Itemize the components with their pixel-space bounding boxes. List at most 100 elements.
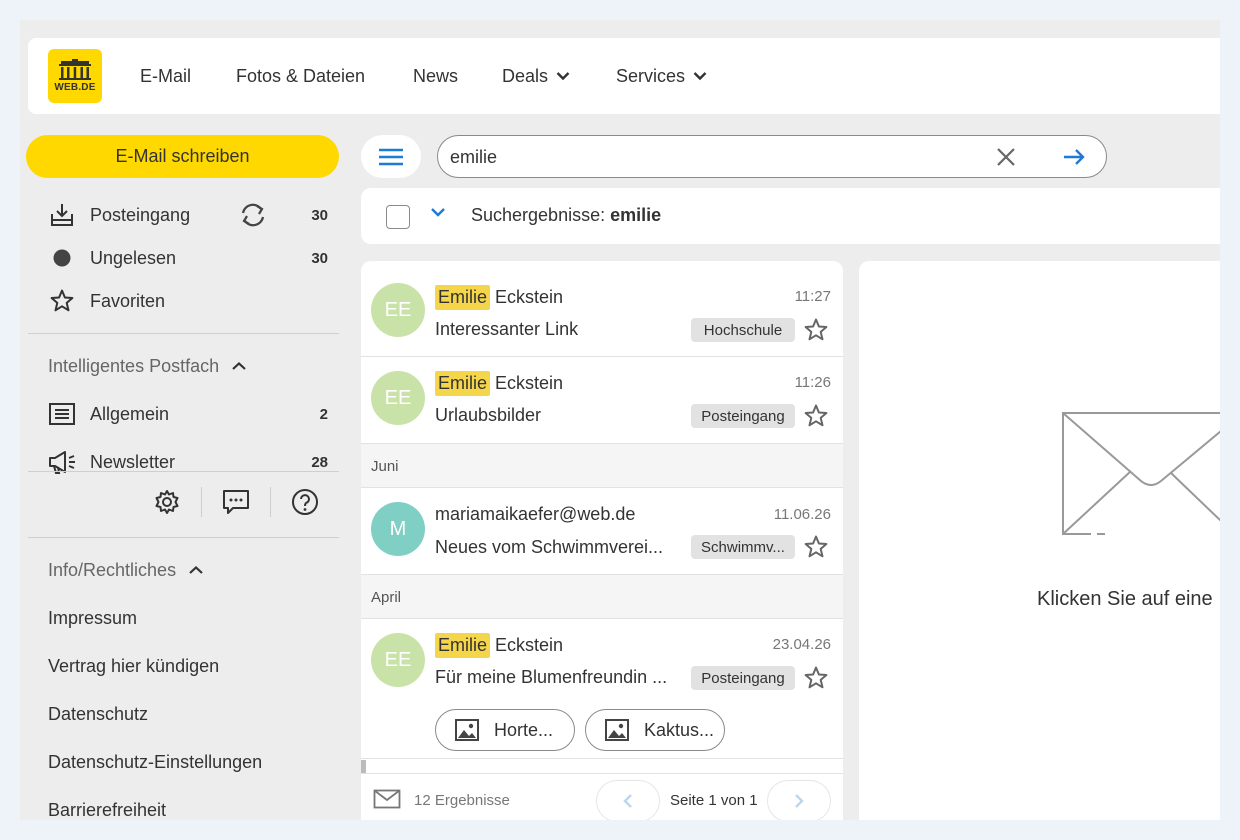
- sidebar-item-newsletter[interactable]: Newsletter 28: [48, 442, 328, 482]
- mail-list: EE Emilie Eckstein 11:27 Interessanter Li…: [361, 261, 843, 820]
- select-all-checkbox[interactable]: [386, 205, 410, 229]
- nav-news[interactable]: News: [413, 38, 458, 114]
- app-window: WEB.DE E-Mail Fotos & Dateien News Deals…: [20, 20, 1220, 820]
- sidebar-item-unread[interactable]: Ungelesen 30: [48, 238, 328, 278]
- sidebar-item-inbox[interactable]: Posteingang 30: [48, 195, 328, 235]
- nav-photos-files[interactable]: Fotos & Dateien: [236, 38, 365, 114]
- nav-services-label: Services: [616, 65, 686, 86]
- mail-subject: Interessanter Link: [435, 319, 579, 339]
- link-cancel-contract[interactable]: Vertrag hier kündigen: [48, 656, 219, 677]
- mail-time: 23.04.26: [772, 636, 831, 653]
- link-accessibility[interactable]: Barrierefreiheit: [48, 800, 166, 820]
- mail-time: 11:26: [794, 374, 831, 391]
- sidebar-item-general[interactable]: Allgemein 2: [48, 394, 328, 434]
- webde-logo[interactable]: WEB.DE: [48, 49, 102, 103]
- chevron-down-icon[interactable]: [430, 205, 446, 223]
- mail-item[interactable]: EE Emilie Eckstein 23.04.26 Für meine Blu…: [361, 619, 843, 759]
- link-privacy[interactable]: Datenschutz: [48, 704, 148, 725]
- menu-toggle-button[interactable]: [361, 135, 421, 178]
- mail-sender-name: mariamaikaefer@web.de: [435, 504, 636, 524]
- smart-inbox-heading[interactable]: Intelligentes Postfach: [48, 351, 247, 381]
- chevron-left-icon: [623, 794, 632, 808]
- sidebar-divider: [28, 333, 339, 334]
- previous-page-button[interactable]: [596, 780, 660, 820]
- results-prefix: Suchergebnisse:: [471, 205, 611, 225]
- sidebar-tools: [150, 485, 322, 519]
- search-submit-arrow-icon[interactable]: [1062, 146, 1086, 168]
- mail-item[interactable]: EE Emilie Eckstein 11:27 Interessanter Li…: [361, 261, 843, 357]
- sidebar-item-favorites[interactable]: Favoriten: [48, 281, 328, 321]
- star-icon[interactable]: [803, 317, 829, 348]
- list-scrollbar[interactable]: [361, 760, 366, 774]
- results-toolbar: Suchergebnisse: emilie: [361, 188, 1220, 244]
- nav-deals[interactable]: Deals: [502, 38, 570, 114]
- next-page-button[interactable]: [767, 780, 831, 820]
- help-icon[interactable]: [288, 485, 322, 519]
- results-count: 12 Ergebnisse: [414, 792, 510, 809]
- link-privacy-settings[interactable]: Datenschutz-Einstellungen: [48, 752, 262, 773]
- mail-sender: mariamaikaefer@web.de: [435, 504, 635, 525]
- compose-email-button[interactable]: E-Mail schreiben: [26, 135, 339, 178]
- search-results-label: Suchergebnisse: emilie: [471, 205, 661, 226]
- attachment-chip[interactable]: Horte...: [435, 709, 575, 751]
- general-count: 2: [319, 405, 328, 423]
- folder-tag: Posteingang: [691, 666, 795, 690]
- smart-inbox-heading-label: Intelligentes Postfach: [48, 355, 220, 376]
- chevron-up-icon: [232, 362, 246, 370]
- brandenburg-gate-icon: [59, 59, 91, 80]
- feedback-chat-icon[interactable]: [219, 485, 253, 519]
- envelope-illustration-icon: [1062, 412, 1220, 535]
- mail-sender-name: Eckstein: [495, 373, 564, 393]
- sidebar-divider: [28, 471, 339, 472]
- search-input[interactable]: [450, 144, 970, 170]
- inbox-count: 30: [311, 206, 328, 224]
- info-legal-heading[interactable]: Info/Rechtliches: [48, 555, 204, 585]
- search-highlight: Emilie: [435, 633, 491, 658]
- sidebar-divider: [28, 537, 339, 538]
- nav-photos-label: Fotos & Dateien: [236, 65, 366, 86]
- mail-subject: Für meine Blumenfreundin ...: [435, 667, 668, 687]
- nav-email-label: E-Mail: [140, 65, 192, 86]
- avatar: M: [371, 502, 425, 556]
- clear-search-icon[interactable]: [995, 146, 1017, 168]
- mail-sender: Emilie Eckstein: [435, 633, 563, 658]
- results-query: emilie: [610, 205, 662, 225]
- newsletter-count: 28: [311, 453, 328, 471]
- mail-subject: Urlaubsbilder: [435, 405, 542, 425]
- sidebar-item-label: Favoriten: [90, 290, 166, 311]
- tool-divider: [201, 487, 202, 517]
- attachment-chip[interactable]: Kaktus...: [585, 709, 725, 751]
- mail-sender-name: Eckstein: [495, 635, 564, 655]
- mail-time: 11.06.26: [773, 506, 831, 523]
- settings-gear-icon[interactable]: [150, 485, 184, 519]
- star-icon[interactable]: [803, 534, 829, 565]
- avatar: EE: [371, 633, 425, 687]
- date-group-label: April: [371, 589, 402, 606]
- top-navigation: WEB.DE E-Mail Fotos & Dateien News Deals…: [28, 38, 1220, 114]
- nav-services[interactable]: Services: [616, 38, 707, 114]
- chevron-right-icon: [795, 794, 804, 808]
- date-group-label: Juni: [371, 458, 399, 475]
- folder-tag: Hochschule: [691, 318, 795, 342]
- star-icon: [47, 287, 77, 315]
- sidebar-item-label: Allgemein: [90, 403, 170, 424]
- mail-envelope-icon: [373, 789, 401, 814]
- sidebar-item-label: Ungelesen: [90, 247, 177, 268]
- chevron-down-icon: [693, 72, 707, 81]
- nav-email[interactable]: E-Mail: [140, 38, 191, 114]
- chevron-down-icon: [556, 72, 570, 81]
- refresh-icon[interactable]: [238, 201, 268, 234]
- info-legal-heading-label: Info/Rechtliches: [48, 559, 177, 580]
- search-highlight: Emilie: [435, 285, 491, 310]
- mail-item[interactable]: EE Emilie Eckstein 11:26 Urlaubsbilder Po…: [361, 357, 843, 444]
- link-impressum[interactable]: Impressum: [48, 608, 137, 629]
- logo-text: WEB.DE: [54, 82, 96, 93]
- nav-news-label: News: [413, 65, 459, 86]
- tool-divider: [270, 487, 271, 517]
- star-icon[interactable]: [803, 665, 829, 696]
- mail-item[interactable]: M mariamaikaefer@web.de 11.06.26 Neues v…: [361, 488, 843, 575]
- star-icon[interactable]: [803, 403, 829, 434]
- sidebar-item-label: Posteingang: [90, 204, 191, 225]
- mail-time: 11:27: [794, 288, 831, 305]
- mail-sender-name: Eckstein: [495, 287, 564, 307]
